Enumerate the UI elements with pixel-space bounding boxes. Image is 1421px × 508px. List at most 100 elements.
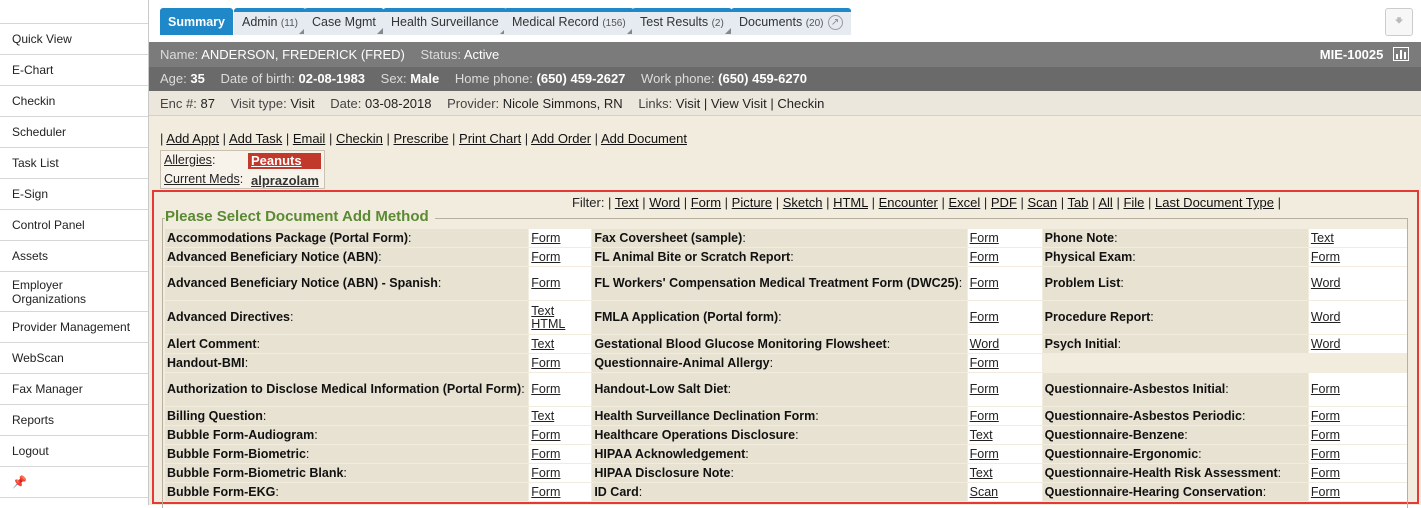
document-method-link[interactable]: Text [531, 304, 589, 318]
document-method-link[interactable]: Word [1311, 337, 1405, 351]
filter-last-document-type[interactable]: Last Document Type [1155, 195, 1274, 210]
allergies-label[interactable]: Allergies [164, 153, 212, 167]
tab-health-surveillance[interactable]: Health Surveillance [383, 8, 507, 35]
document-method-link[interactable]: Form [970, 383, 1040, 396]
document-method-link[interactable]: Form [531, 277, 589, 290]
filter-pdf[interactable]: PDF [991, 195, 1017, 210]
current-meds-label[interactable]: Current Meds [164, 172, 240, 186]
document-method-link[interactable]: Form [970, 447, 1040, 461]
sidebar-item-assets[interactable]: Assets [0, 241, 148, 272]
prescribe-link[interactable]: Prescribe [394, 131, 449, 146]
document-type-label: Phone Note [1044, 230, 1115, 245]
tab-admin[interactable]: Admin (11) [234, 8, 306, 35]
sidebar-item-quick-view[interactable]: Quick View [0, 24, 148, 55]
document-method-link[interactable]: Form [1311, 485, 1405, 499]
document-method-link[interactable]: Form [531, 383, 589, 396]
document-method-link[interactable]: Form [531, 356, 589, 370]
document-method-link[interactable]: Form [970, 311, 1040, 324]
document-method-link[interactable]: Text [970, 466, 1040, 480]
filter-encounter[interactable]: Encounter [879, 195, 938, 210]
panel-title: Please Select Document Add Method [165, 208, 435, 225]
checkin-link[interactable]: Checkin [336, 131, 383, 146]
document-method-link[interactable]: Text [531, 409, 589, 423]
sidebar-item-reports[interactable]: Reports [0, 405, 148, 436]
document-method-link[interactable]: Scan [970, 485, 1040, 499]
document-method-link[interactable]: Form [531, 428, 589, 442]
document-method-link[interactable]: Form [531, 485, 589, 499]
document-method-link[interactable]: Form [531, 250, 589, 264]
sidebar-item-logout[interactable]: Logout [0, 436, 148, 467]
sidebar-item-control-panel[interactable]: Control Panel [0, 210, 148, 241]
filter-file[interactable]: File [1123, 195, 1144, 210]
bar-chart-icon[interactable] [1393, 47, 1409, 61]
work-phone-label: Work phone: [641, 71, 715, 86]
add-document-link[interactable]: Add Document [601, 131, 687, 146]
filter-scan[interactable]: Scan [1028, 195, 1058, 210]
filter-picture[interactable]: Picture [732, 195, 772, 210]
document-method-link[interactable]: Form [1311, 250, 1405, 264]
sidebar-item-e-chart[interactable]: E-Chart [0, 55, 148, 86]
document-type-name: FMLA Application (Portal form): [592, 301, 967, 334]
document-method-link[interactable]: Text [1311, 231, 1405, 245]
document-type-label: Handout-Low Salt Diet [594, 382, 728, 396]
tab-summary[interactable]: Summary [160, 8, 233, 35]
sidebar-item-e-sign[interactable]: E-Sign [0, 179, 148, 210]
filter-text[interactable]: Text [615, 195, 639, 210]
filter-form[interactable]: Form [691, 195, 721, 210]
filter-html[interactable]: HTML [833, 195, 868, 210]
document-method-link[interactable]: Form [1311, 447, 1405, 461]
document-method-link[interactable]: Form [1311, 428, 1405, 442]
document-method-link[interactable]: Form [531, 447, 589, 461]
document-method-link[interactable]: Word [1311, 277, 1405, 290]
email-link[interactable]: Email [293, 131, 326, 146]
document-method-cell: Word [1308, 301, 1407, 334]
filter-excel[interactable]: Excel [948, 195, 980, 210]
filter-word[interactable]: Word [649, 195, 680, 210]
document-method-link[interactable]: Form [970, 356, 1040, 370]
add-task-link[interactable]: Add Task [229, 131, 282, 146]
link-checkin[interactable]: Checkin [777, 96, 824, 111]
document-method-link[interactable]: Form [1311, 383, 1405, 396]
document-type-label: FL Animal Bite or Scratch Report [594, 249, 791, 264]
sidebar-item-fax-manager[interactable]: Fax Manager [0, 374, 148, 405]
filter-all[interactable]: All [1098, 195, 1112, 210]
document-type-table: Accommodations Package (Portal Form): For… [164, 228, 1408, 502]
add-appt-link[interactable]: Add Appt [166, 131, 219, 146]
current-med-value[interactable]: alprazolam [251, 173, 319, 188]
sidebar-item-webscan[interactable]: WebScan [0, 343, 148, 374]
link-view-visit[interactable]: View Visit [711, 96, 767, 111]
document-method-link[interactable]: HTML [531, 317, 589, 331]
document-method-link[interactable]: Text [531, 337, 589, 351]
document-method-link[interactable]: Word [970, 337, 1040, 351]
document-method-link[interactable]: Form [1311, 409, 1405, 423]
sidebar-item-employer-organizations[interactable]: Employer Organizations [0, 272, 148, 312]
pin-icon[interactable]: 📌 [0, 467, 148, 498]
sidebar-item-checkin[interactable]: Checkin [0, 86, 148, 117]
document-method-link[interactable]: Form [970, 409, 1040, 423]
open-circle-icon[interactable]: ↗ [827, 15, 843, 31]
document-method-link[interactable]: Word [1311, 311, 1405, 324]
allergy-value[interactable]: Peanuts [248, 153, 321, 169]
add-order-link[interactable]: Add Order [531, 131, 591, 146]
link-visit[interactable]: Visit [676, 96, 700, 111]
document-type-label: Health Surveillance Declination Form [594, 408, 816, 423]
document-method-link[interactable]: Form [1311, 466, 1405, 480]
document-method-link[interactable]: Form [531, 231, 589, 245]
document-method-link[interactable]: Form [970, 250, 1040, 264]
document-method-link[interactable]: Form [970, 277, 1040, 290]
sidebar-item-scheduler[interactable]: Scheduler [0, 117, 148, 148]
document-type-name: Problem List: [1042, 267, 1308, 300]
document-method-link[interactable]: Text [970, 428, 1040, 442]
tab-medical-record[interactable]: Medical Record (156) [504, 8, 634, 35]
document-method-link[interactable]: Form [970, 231, 1040, 245]
filter-tab[interactable]: Tab [1068, 195, 1089, 210]
tab-documents[interactable]: Documents (20) ↗ [731, 8, 851, 35]
download-button[interactable]: 🠻 [1385, 8, 1413, 36]
sidebar-item-task-list[interactable]: Task List [0, 148, 148, 179]
print-chart-link[interactable]: Print Chart [459, 131, 521, 146]
document-method-link[interactable]: Form [531, 466, 589, 480]
filter-sketch[interactable]: Sketch [783, 195, 823, 210]
sidebar-item-provider-management[interactable]: Provider Management [0, 312, 148, 343]
tab-test-results[interactable]: Test Results (2) [632, 8, 732, 35]
tab-case-mgmt[interactable]: Case Mgmt [304, 8, 384, 35]
